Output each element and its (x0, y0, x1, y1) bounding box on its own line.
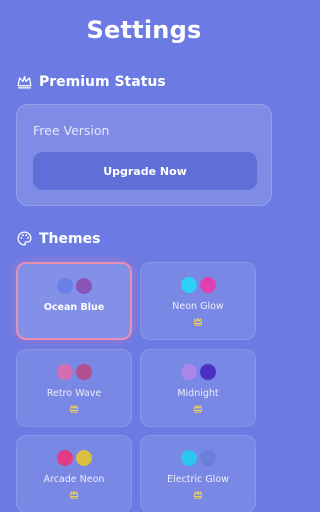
theme-name: Electric Glow (167, 474, 229, 485)
color-swatch (56, 364, 73, 380)
theme-swatches (17, 364, 131, 380)
color-swatch (75, 278, 92, 294)
color-swatch (180, 277, 197, 293)
color-swatch (180, 450, 197, 466)
premium-status-heading: Premium Status (16, 73, 166, 90)
theme-card[interactable]: Midnight (140, 349, 256, 427)
premium-crown-icon (193, 404, 203, 413)
theme-swatches (141, 450, 255, 466)
theme-swatches (141, 277, 255, 293)
plan-status-text: Free Version (33, 123, 110, 138)
color-swatch (199, 364, 216, 380)
theme-card[interactable]: Neon Glow (140, 262, 256, 340)
theme-name: Arcade Neon (43, 474, 105, 485)
theme-swatches (141, 364, 255, 380)
theme-swatches (18, 278, 130, 294)
themes-title: Themes (39, 230, 101, 247)
upgrade-now-button[interactable]: Upgrade Now (33, 152, 257, 190)
crown-icon (17, 75, 32, 89)
color-swatch (56, 278, 73, 294)
premium-status-card: Free Version Upgrade Now (16, 104, 272, 206)
color-swatch (199, 450, 216, 466)
palette-icon (17, 231, 32, 246)
theme-card[interactable]: Retro Wave (16, 349, 132, 427)
page-title: Settings (86, 16, 202, 44)
themes-heading: Themes (16, 230, 100, 247)
theme-name: Retro Wave (46, 388, 102, 399)
premium-status-title: Premium Status (39, 73, 166, 90)
theme-card[interactable]: Ocean Blue (16, 262, 132, 340)
color-swatch (199, 277, 216, 293)
color-swatch (75, 364, 92, 380)
premium-crown-icon (69, 404, 79, 413)
theme-swatches (17, 450, 131, 466)
premium-crown-icon (193, 317, 203, 326)
theme-card[interactable]: Arcade Neon (16, 435, 132, 512)
theme-name: Neon Glow (172, 301, 224, 312)
color-swatch (56, 450, 73, 466)
premium-crown-icon (69, 490, 79, 499)
premium-crown-icon (193, 490, 203, 499)
color-swatch (75, 450, 92, 466)
color-swatch (180, 364, 197, 380)
theme-name: Ocean Blue (43, 302, 105, 313)
theme-name: Midnight (177, 388, 219, 399)
theme-card[interactable]: Electric Glow (140, 435, 256, 512)
